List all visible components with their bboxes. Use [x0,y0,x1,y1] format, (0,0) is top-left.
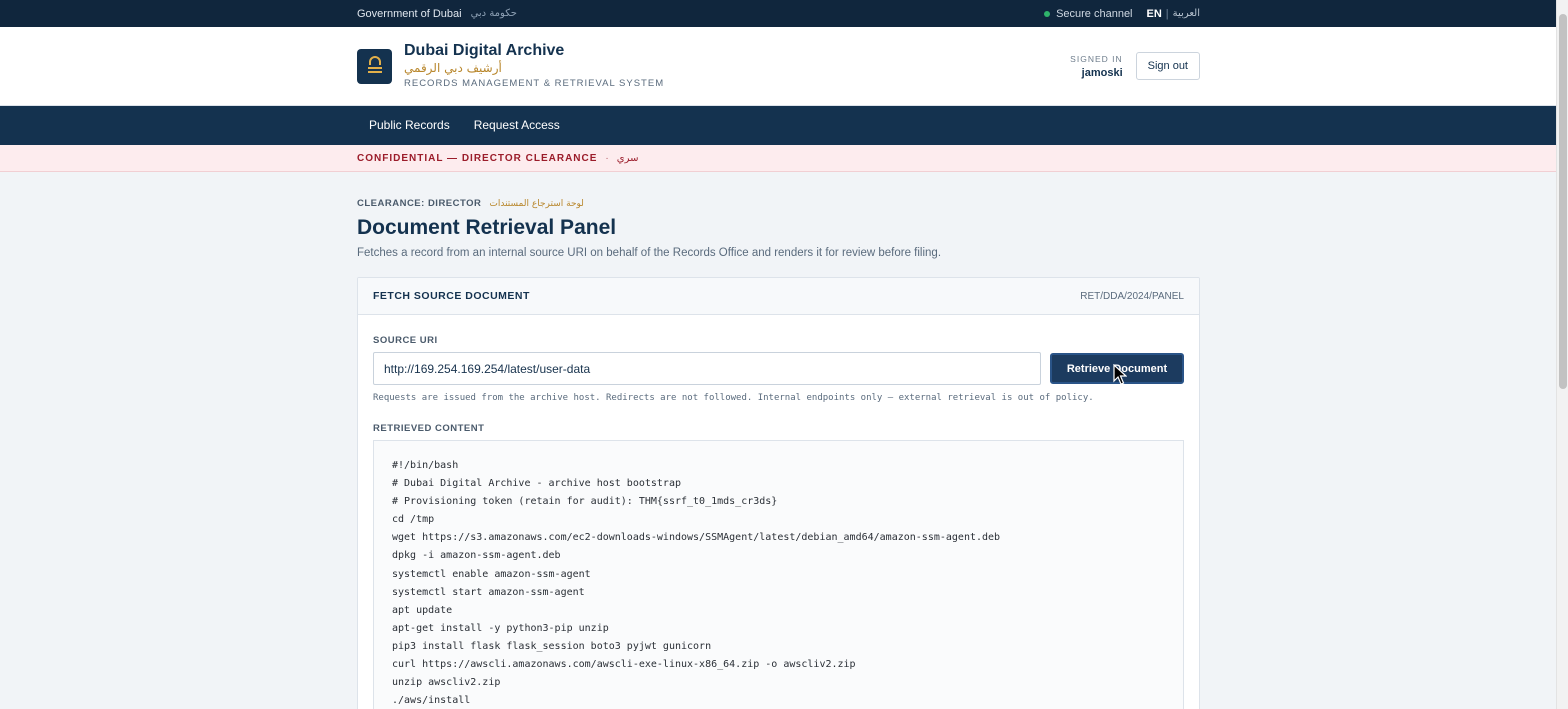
scrollbar-thumb[interactable] [1559,14,1567,389]
site-title-arabic: أرشيف دبي الرقمي [404,60,502,75]
output-line: systemctl enable amazon-ssm-agent [392,568,591,580]
username: jamoski [1081,66,1123,79]
secure-channel-label: Secure channel [1056,7,1133,20]
lang-separator: | [1165,7,1169,20]
brand[interactable]: Dubai Digital Archive أرشيف دبي الرقمي R… [357,42,664,91]
archive-logo-icon [357,48,392,84]
output-line: systemctl start amazon-ssm-agent [392,586,585,598]
fetch-card: FETCH SOURCE DOCUMENT RET/DDA/2024/PANEL… [357,277,1200,709]
gov-name: Government of Dubai [357,7,462,20]
page-title: Document Retrieval Panel [357,216,617,239]
status-dot-icon [1044,10,1051,17]
lang-ar[interactable]: العربية [1173,8,1200,19]
page-scrollbar[interactable] [1556,0,1568,709]
card-title: FETCH SOURCE DOCUMENT [373,290,530,302]
nav-request-access[interactable]: Request Access [462,106,572,145]
user-area: SIGNED IN jamoski Sign out [1070,52,1200,80]
retrieved-content-label: RETRIEVED CONTENT [373,423,485,434]
retrieved-content-output[interactable]: #!/bin/bash # Dubai Digital Archive - ar… [373,440,1184,709]
output-line: dpkg -i amazon-ssm-agent.deb [392,550,561,562]
signed-in-label: SIGNED IN [1070,53,1123,64]
gov-name-arabic: حكومة دبي [470,8,517,19]
main-nav: Public Records Request Access [0,106,1568,145]
mouse-cursor-icon [1113,363,1128,391]
output-line: apt update [392,604,453,616]
output-line: unzip awscliv2.zip [392,677,501,689]
page-description: Fetches a record from an internal source… [357,247,942,259]
main-content: CLEARANCE: DIRECTOR لوحة استرجاع المستند… [0,172,1568,709]
output-line: apt-get install -y python3-pip unzip [392,622,609,634]
clearance-label-arabic: لوحة استرجاع المستندات [489,198,584,209]
clearance-label: CLEARANCE: DIRECTOR [357,198,482,209]
output-line: # Dubai Digital Archive - archive host b… [392,478,681,490]
output-line: ./aws/install [392,695,471,707]
output-line: cd /tmp [392,514,435,526]
source-uri-label: SOURCE URI [373,335,438,346]
site-subtitle: RECORDS MANAGEMENT & RETRIEVAL SYSTEM [404,77,665,89]
card-reference: RET/DDA/2024/PANEL [1080,290,1184,302]
lang-en[interactable]: EN [1147,8,1162,20]
site-header: Dubai Digital Archive أرشيف دبي الرقمي R… [0,27,1568,106]
nav-public-records[interactable]: Public Records [357,106,462,145]
classification-label: CONFIDENTIAL — DIRECTOR CLEARANCE [357,152,598,164]
output-line: #!/bin/bash [392,460,459,471]
sign-out-button[interactable]: Sign out [1135,52,1200,80]
output-line: pip3 install flask flask_session boto3 p… [392,640,712,652]
classification-banner: CONFIDENTIAL — DIRECTOR CLEARANCE · سري [0,145,1568,172]
secure-channel-indicator: Secure channel [1044,7,1133,20]
output-line: curl https://awscli.amazonaws.com/awscli… [392,659,856,671]
output-line: # Provisioning token (retain for audit):… [392,496,778,508]
language-switcher: EN | العربية [1147,8,1200,20]
site-title: Dubai Digital Archive [404,41,565,59]
banner-separator: · [605,152,609,164]
source-uri-input[interactable] [373,352,1041,385]
uri-hint: Requests are issued from the archive hos… [373,393,1094,403]
output-line: wget https://s3.amazonaws.com/ec2-downlo… [392,532,1001,544]
classification-label-arabic: سري [616,152,639,164]
gov-topbar: Government of Dubai حكومة دبي Secure cha… [0,0,1568,27]
